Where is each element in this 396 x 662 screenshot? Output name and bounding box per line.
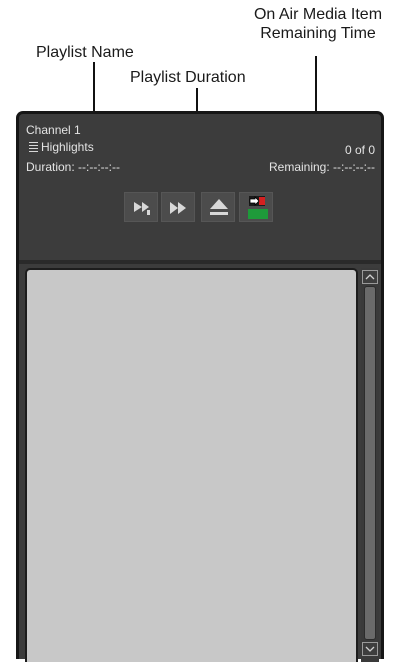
channel-title: Channel 1 (26, 123, 81, 137)
eject-icon (210, 199, 228, 215)
vertical-scrollbar[interactable] (361, 268, 379, 662)
playlist-icon (29, 142, 38, 153)
annotation-on-air-line2: Remaining Time (260, 25, 376, 42)
scroll-down-button[interactable] (362, 642, 378, 656)
play-next-icon (134, 202, 150, 215)
fast-forward-icon (170, 202, 186, 214)
annotation-playlist-duration: Playlist Duration (130, 69, 246, 86)
on-air-status-button[interactable] (239, 192, 273, 222)
annotation-playlist-name: Playlist Name (36, 44, 134, 61)
playlist-name[interactable]: Highlights (41, 140, 94, 154)
eject-button[interactable] (201, 192, 235, 222)
playlist-count: 0 of 0 (344, 143, 375, 157)
channel-panel: Channel 1 Highlights 0 of 0 Duration: --… (16, 111, 384, 662)
playlist-duration: Duration: --:--:--:-- (26, 160, 120, 174)
playlist-items-list[interactable] (25, 268, 358, 662)
channel-header: Channel 1 Highlights 0 of 0 Duration: --… (19, 114, 381, 264)
annotation-on-air-line1: On Air Media Item (253, 6, 383, 23)
chevron-up-icon (365, 274, 375, 280)
on-air-status-icon (248, 196, 268, 219)
header-divider (19, 260, 381, 264)
chevron-down-icon (365, 646, 375, 652)
scroll-up-button[interactable] (362, 270, 378, 284)
fast-forward-button[interactable] (161, 192, 195, 222)
annotation-on-air-remaining: On Air Media Item Remaining Time (240, 5, 396, 43)
remaining-time: Remaining: --:--:--:-- (268, 160, 375, 174)
play-next-button[interactable] (124, 192, 158, 222)
scrollbar-track[interactable] (364, 286, 376, 640)
